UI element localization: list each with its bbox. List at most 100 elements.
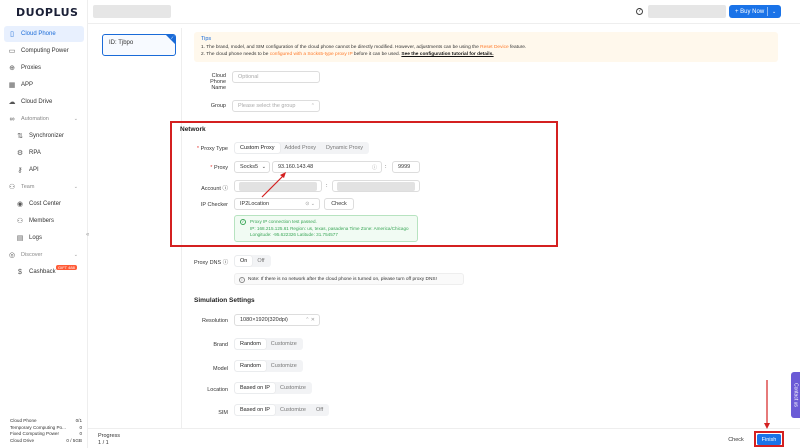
- model-label: Model: [213, 366, 228, 372]
- sidebar-item-rpa[interactable]: ⚙ RPA: [4, 145, 84, 161]
- model-random[interactable]: Random: [235, 361, 266, 371]
- cloud-phone-name-input[interactable]: Optional: [232, 71, 320, 83]
- proxy-dns-off[interactable]: Off: [252, 256, 269, 266]
- check-icon: ✓: [170, 35, 174, 40]
- location-customize[interactable]: Customize: [275, 383, 311, 393]
- brand-toggle: Random Customize: [234, 338, 303, 350]
- socks5-highlight: configured with a Socks5-type proxy IP: [269, 52, 353, 57]
- redacted-password: [337, 182, 415, 191]
- tips-title: Tips: [201, 36, 212, 42]
- sidebar-item-label: Logs: [29, 235, 43, 241]
- phone-icon: ▯: [10, 31, 14, 38]
- proxy-host-input[interactable]: 93.160.143.48 ⓘ: [272, 161, 382, 173]
- sidebar-nav: ▯ Cloud Phone ▭ Computing Power ⊕ Proxies ▦…: [4, 26, 84, 281]
- proxy-type-added[interactable]: Added Proxy: [280, 143, 322, 153]
- sidebar-item-label: Cloud Drive: [21, 99, 53, 105]
- key-icon: ⚷: [17, 167, 23, 174]
- check-circle-icon: ✓: [240, 219, 246, 225]
- network-title: Network: [180, 126, 206, 133]
- help-icon[interactable]: ?: [636, 8, 643, 15]
- sim-toggle: Based on IP Customize Off: [234, 404, 330, 416]
- protocol-select[interactable]: Socks5 ⌄: [234, 161, 270, 173]
- chevron-down-icon: ⌄: [73, 184, 78, 190]
- ip-checker-select[interactable]: IP2Location ⊙ ⌄: [234, 198, 320, 210]
- account-username-input[interactable]: [234, 180, 322, 192]
- reset-device-link[interactable]: Reset Device: [480, 45, 509, 50]
- info-icon: i: [239, 277, 245, 283]
- redacted-account[interactable]: [648, 5, 726, 18]
- account-password-input[interactable]: [332, 180, 420, 192]
- model-customize[interactable]: Customize: [266, 361, 302, 371]
- chevron-down-icon[interactable]: ⌄: [772, 9, 776, 15]
- resolution-select[interactable]: 1080×1920(320dpi) ⌃ ✕: [234, 314, 320, 326]
- sidebar-item-computing-power[interactable]: ▭ Computing Power: [4, 43, 84, 59]
- progress-value: 1 / 1: [98, 440, 109, 446]
- check-button[interactable]: Check: [724, 434, 748, 446]
- logs-icon: ▤: [16, 235, 24, 242]
- sync-icon: ⇅: [17, 133, 23, 140]
- tutorial-link[interactable]: See the configuration tutorial for detai…: [401, 52, 493, 57]
- clear-icon[interactable]: ⊙ ⌄: [305, 201, 315, 207]
- group-select[interactable]: Please select the group ⌃: [232, 100, 320, 112]
- sidebar: DUOPLUS ▯ Cloud Phone ▭ Computing Power ⊕ P…: [0, 0, 88, 448]
- team-icon: ⚇: [8, 184, 16, 191]
- proxy-label: * Proxy: [210, 165, 228, 171]
- sidebar-item-cashback[interactable]: $ Cashback GIFT 488: [4, 264, 84, 280]
- sidebar-section-team[interactable]: ⚇ Team ⌄: [4, 179, 84, 195]
- sidebar-item-label: Cost Center: [29, 201, 62, 207]
- sidebar-item-app[interactable]: ▦ APP: [4, 77, 84, 93]
- sidebar-item-cost-center[interactable]: ◉ Cost Center: [4, 196, 84, 212]
- group-label: Group: [210, 103, 226, 109]
- collapse-sidebar-icon[interactable]: «: [86, 232, 89, 238]
- sidebar-item-label: Computing Power: [21, 48, 69, 54]
- sidebar-item-cloud-phone[interactable]: ▯ Cloud Phone: [4, 26, 84, 42]
- clear-icon[interactable]: ⌃ ✕: [305, 317, 315, 323]
- phone-card-selected[interactable]: ID: Tjbpo ✓: [102, 34, 176, 56]
- sidebar-item-logs[interactable]: ▤ Logs: [4, 230, 84, 246]
- brand-logo[interactable]: DUOPLUS: [16, 6, 78, 19]
- contact-us-tab[interactable]: Contact us: [791, 372, 800, 418]
- top-bar: ? + Buy Now ⌄: [88, 0, 800, 24]
- brand-random[interactable]: Random: [235, 339, 266, 349]
- finish-button[interactable]: Finish: [757, 434, 781, 445]
- progress-label: Progress: [98, 433, 121, 439]
- proxy-dns-note: i Note: If there is no network after the …: [234, 273, 464, 285]
- location-based-on-ip[interactable]: Based on IP: [235, 383, 275, 393]
- sidebar-item-label: Proxies: [21, 65, 42, 71]
- chevron-down-icon: ⌄: [73, 252, 78, 258]
- sidebar-item-label: Members: [29, 218, 55, 224]
- sim-customize[interactable]: Customize: [275, 405, 311, 415]
- sidebar-item-api[interactable]: ⚷ API: [4, 162, 84, 178]
- ip-checker-label: IP Checker: [200, 202, 228, 208]
- sim-based-on-ip[interactable]: Based on IP: [235, 405, 275, 415]
- location-label: Location: [207, 387, 228, 393]
- automation-icon: ∞: [9, 115, 15, 123]
- sidebar-item-label: Synchronizer: [29, 133, 65, 139]
- proxy-test-success: ✓ Proxy IP connection test passed. IP: 1…: [234, 215, 418, 242]
- buy-now-button[interactable]: + Buy Now ⌄: [729, 5, 781, 18]
- sidebar-item-proxies[interactable]: ⊕ Proxies: [4, 60, 84, 76]
- bottom-bar: Progress 1 / 1 Check: [88, 428, 800, 448]
- sidebar-item-label: RPA: [29, 150, 41, 156]
- sidebar-item-members[interactable]: ⚇ Members: [4, 213, 84, 229]
- robot-icon: ⚙: [16, 150, 24, 157]
- sidebar-item-label: API: [29, 167, 39, 173]
- redacted-title: [93, 5, 171, 18]
- section-label: Automation: [21, 116, 49, 122]
- sidebar-item-cloud-drive[interactable]: ☁ Cloud Drive: [4, 94, 84, 110]
- brand-customize[interactable]: Customize: [266, 339, 302, 349]
- check-ip-button[interactable]: Check: [324, 198, 354, 210]
- proxy-dns-on[interactable]: On: [235, 256, 253, 266]
- proxy-type-custom[interactable]: Custom Proxy: [235, 143, 280, 153]
- proxy-dns-toggle: On Off: [234, 255, 271, 267]
- sim-label: SIM: [218, 410, 228, 416]
- chevron-down-icon: ⌄: [261, 164, 266, 170]
- sidebar-section-automation[interactable]: ∞ Automation ⌄: [4, 111, 84, 127]
- sidebar-section-discover[interactable]: ◎ Discover ⌄: [4, 247, 84, 263]
- proxy-dns-label: Proxy DNS ⓘ: [194, 260, 229, 266]
- proxy-port-input[interactable]: 9999: [392, 161, 420, 173]
- model-toggle: Random Customize: [234, 360, 303, 372]
- sidebar-item-synchronizer[interactable]: ⇅ Synchronizer: [4, 128, 84, 144]
- sim-off[interactable]: Off: [311, 405, 328, 415]
- proxy-type-dynamic[interactable]: Dynamic Proxy: [321, 143, 368, 153]
